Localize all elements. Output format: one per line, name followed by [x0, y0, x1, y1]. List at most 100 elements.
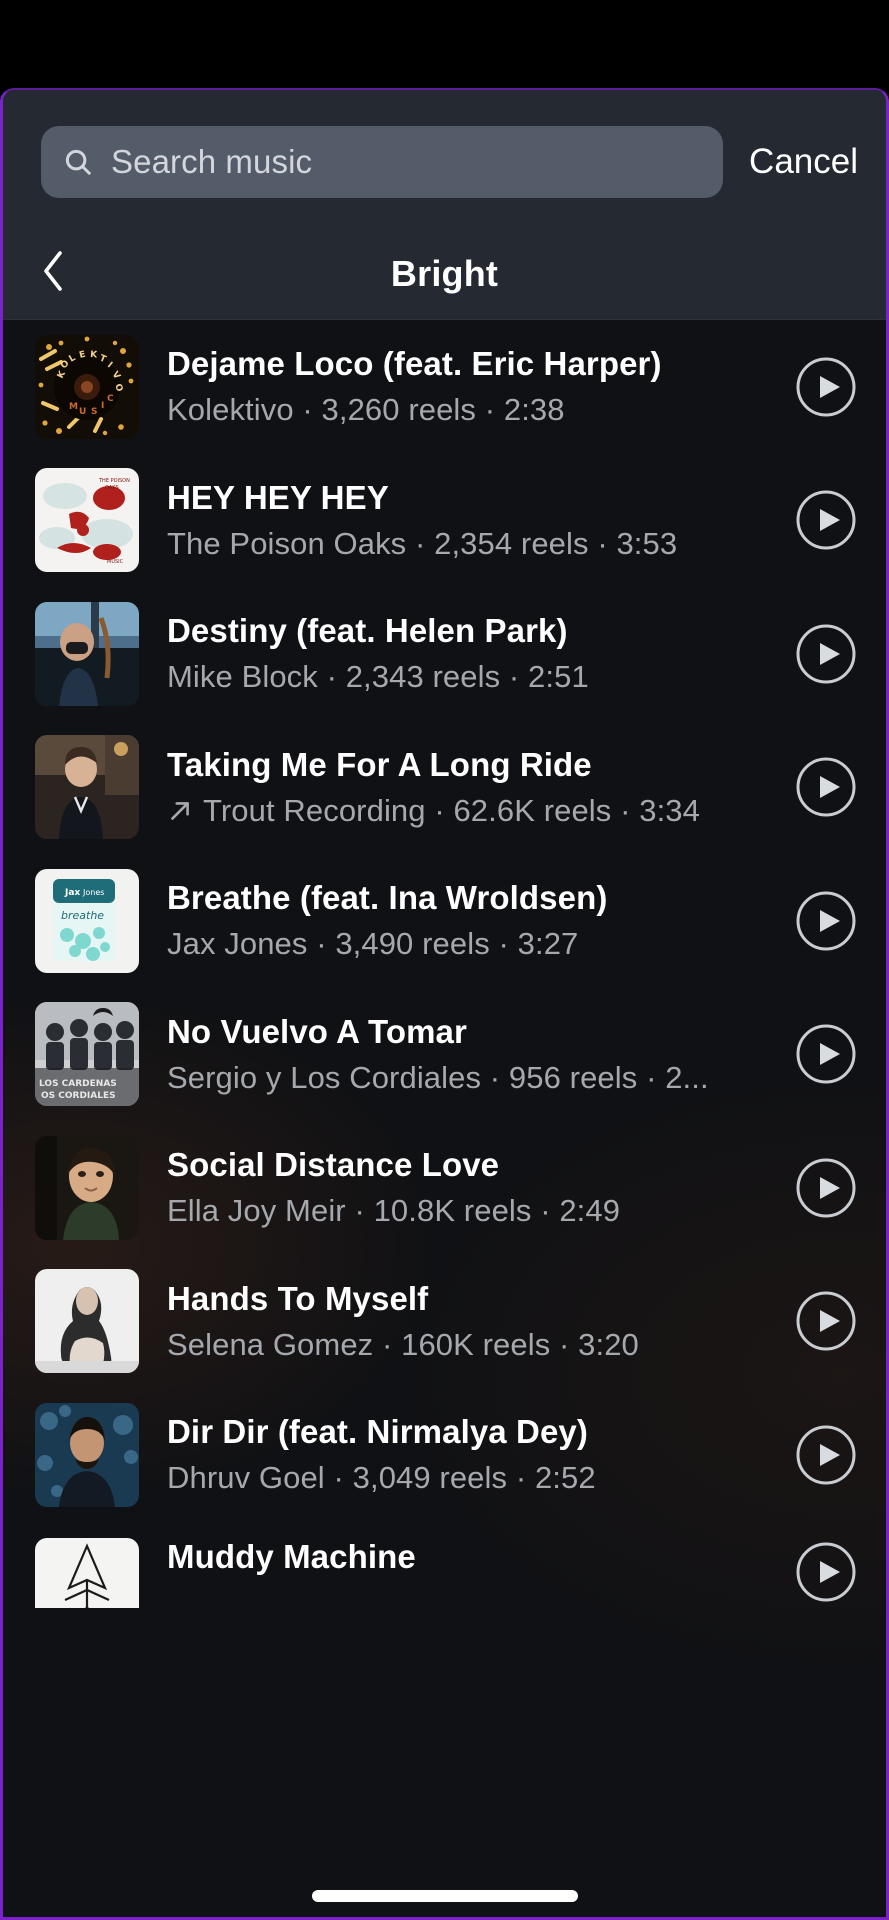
- track-row[interactable]: Jax Jones breathe Breathe (feat. Ina Wro…: [3, 854, 886, 988]
- play-button[interactable]: [792, 887, 860, 955]
- svg-text:U: U: [79, 407, 86, 417]
- play-circle-icon: [795, 623, 857, 685]
- track-title: Taking Me For A Long Ride: [167, 745, 592, 783]
- track-row[interactable]: Muddy Machine: [3, 1522, 886, 1608]
- track-title: Muddy Machine: [167, 1537, 416, 1575]
- title-bar: Bright: [3, 228, 886, 320]
- track-subtitle: Mike Block · 2,343 reels · 2:51: [167, 659, 764, 695]
- track-row[interactable]: Destiny (feat. Helen Park) Mike Block · …: [3, 587, 886, 721]
- play-button[interactable]: [792, 1020, 860, 1088]
- play-button[interactable]: [792, 486, 860, 554]
- album-artwork: [35, 1402, 139, 1507]
- track-subtitle-text: Mike Block · 2,343 reels · 2:51: [167, 659, 589, 695]
- track-info: HEY HEY HEY The Poison Oaks · 2,354 reel…: [167, 479, 764, 562]
- track-info: Breathe (feat. Ina Wroldsen) Jax Jones ·…: [167, 879, 764, 962]
- cancel-button[interactable]: Cancel: [749, 142, 862, 182]
- track-info: Hands To Myself Selena Gomez · 160K reel…: [167, 1280, 764, 1363]
- track-title: Breathe (feat. Ina Wroldsen): [167, 879, 608, 917]
- play-button[interactable]: [792, 1538, 860, 1606]
- album-artwork: LOS CARDENAS OS CORDIALES: [35, 1002, 139, 1107]
- track-subtitle-text: Jax Jones · 3,490 reels · 3:27: [167, 926, 579, 962]
- play-button[interactable]: [792, 753, 860, 821]
- track-title: Hands To Myself: [167, 1279, 429, 1317]
- track-info: Dejame Loco (feat. Eric Harper) Kolektiv…: [167, 345, 764, 428]
- track-subtitle-text: Trout Recording · 62.6K reels · 3:34: [203, 792, 700, 828]
- album-artwork: [35, 1135, 139, 1240]
- play-circle-icon: [795, 1290, 857, 1352]
- track-subtitle: Trout Recording · 62.6K reels · 3:34: [167, 793, 764, 829]
- album-artwork: [35, 1269, 139, 1374]
- album-artwork: K O L E K T I V O MU SI C: [35, 334, 139, 439]
- track-row[interactable]: K O L E K T I V O MU SI C Dejame Loco (f…: [3, 320, 886, 454]
- page-title: Bright: [390, 252, 499, 294]
- svg-text:M: M: [69, 402, 78, 412]
- album-artwork: THE POISON OAKS MUSIC: [35, 468, 139, 573]
- track-subtitle: The Poison Oaks · 2,354 reels · 3:53: [167, 526, 764, 562]
- track-title: HEY HEY HEY: [167, 478, 389, 516]
- svg-text:OAKS: OAKS: [105, 485, 119, 491]
- search-region: Search music Cancel: [3, 90, 886, 228]
- play-circle-icon: [795, 1023, 857, 1085]
- back-button[interactable]: [31, 251, 77, 297]
- play-circle-icon: [795, 890, 857, 952]
- track-info: Taking Me For A Long Ride Trout Recordin…: [167, 746, 764, 829]
- track-info: Social Distance Love Ella Joy Meir · 10.…: [167, 1146, 764, 1229]
- music-picker-sheet: Search music Cancel Bright K O L E K T I…: [0, 88, 889, 1920]
- track-subtitle-text: Dhruv Goel · 3,049 reels · 2:52: [167, 1460, 596, 1496]
- track-subtitle: Kolektivo · 3,260 reels · 2:38: [167, 392, 764, 428]
- album-artwork: [35, 735, 139, 840]
- status-bar: [0, 0, 889, 88]
- svg-text:THE POISON: THE POISON: [98, 478, 130, 484]
- arrow-up-right-icon: [167, 798, 193, 824]
- svg-text:LOS CARDENAS: LOS CARDENAS: [39, 1079, 117, 1089]
- svg-text:S: S: [91, 407, 97, 417]
- album-artwork: [35, 601, 139, 706]
- track-row[interactable]: THE POISON OAKS MUSIC HEY HEY HEY The Po…: [3, 454, 886, 588]
- track-title: Destiny (feat. Helen Park): [167, 612, 568, 650]
- svg-text:Jones: Jones: [82, 888, 104, 897]
- track-title: Social Distance Love: [167, 1146, 500, 1184]
- track-subtitle: Selena Gomez · 160K reels · 3:20: [167, 1327, 764, 1363]
- search-placeholder: Search music: [111, 143, 313, 180]
- track-title: Dir Dir (feat. Nirmalya Dey): [167, 1413, 588, 1451]
- track-info: Destiny (feat. Helen Park) Mike Block · …: [167, 612, 764, 695]
- track-row[interactable]: Social Distance Love Ella Joy Meir · 10.…: [3, 1121, 886, 1255]
- play-button[interactable]: [792, 620, 860, 688]
- home-indicator: [311, 1890, 578, 1902]
- track-row[interactable]: Hands To Myself Selena Gomez · 160K reel…: [3, 1255, 886, 1389]
- play-button[interactable]: [792, 1154, 860, 1222]
- track-info: Muddy Machine: [167, 1538, 764, 1576]
- track-info: No Vuelvo A Tomar Sergio y Los Cordiales…: [167, 1013, 764, 1096]
- album-artwork: Jax Jones breathe: [35, 868, 139, 973]
- album-artwork: [35, 1537, 139, 1608]
- track-list[interactable]: K O L E K T I V O MU SI C Dejame Loco (f…: [3, 320, 886, 1917]
- search-icon: [63, 147, 93, 177]
- track-subtitle-text: Kolektivo · 3,260 reels · 2:38: [167, 392, 565, 428]
- track-subtitle: Ella Joy Meir · 10.8K reels · 2:49: [167, 1193, 764, 1229]
- chevron-left-icon: [39, 248, 69, 299]
- track-row[interactable]: LOS CARDENAS OS CORDIALES No Vuelvo A To…: [3, 988, 886, 1122]
- track-title: No Vuelvo A Tomar: [167, 1012, 467, 1050]
- svg-text:C: C: [107, 394, 114, 404]
- track-subtitle: Sergio y Los Cordiales · 956 reels · 2..…: [167, 1060, 764, 1096]
- track-subtitle-text: Ella Joy Meir · 10.8K reels · 2:49: [167, 1193, 621, 1229]
- search-input[interactable]: Search music: [41, 126, 724, 198]
- track-title: Dejame Loco (feat. Eric Harper): [167, 345, 662, 383]
- phone-screen: Search music Cancel Bright K O L E K T I…: [0, 0, 889, 1920]
- svg-text:MUSIC: MUSIC: [107, 559, 124, 565]
- track-subtitle: Jax Jones · 3,490 reels · 3:27: [167, 926, 764, 962]
- play-button[interactable]: [792, 1421, 860, 1489]
- play-circle-icon: [795, 1424, 857, 1486]
- play-circle-icon: [795, 356, 857, 418]
- svg-text:I: I: [101, 401, 104, 411]
- track-row[interactable]: Dir Dir (feat. Nirmalya Dey) Dhruv Goel …: [3, 1388, 886, 1522]
- svg-text:Jax: Jax: [64, 888, 80, 898]
- play-circle-icon: [795, 489, 857, 551]
- track-row[interactable]: Taking Me For A Long Ride Trout Recordin…: [3, 721, 886, 855]
- track-subtitle-text: Selena Gomez · 160K reels · 3:20: [167, 1326, 639, 1362]
- play-button[interactable]: [792, 353, 860, 421]
- track-subtitle-text: Sergio y Los Cordiales · 956 reels · 2..…: [167, 1059, 709, 1095]
- play-circle-icon: [795, 1157, 857, 1219]
- play-button[interactable]: [792, 1287, 860, 1355]
- track-subtitle: Dhruv Goel · 3,049 reels · 2:52: [167, 1460, 764, 1496]
